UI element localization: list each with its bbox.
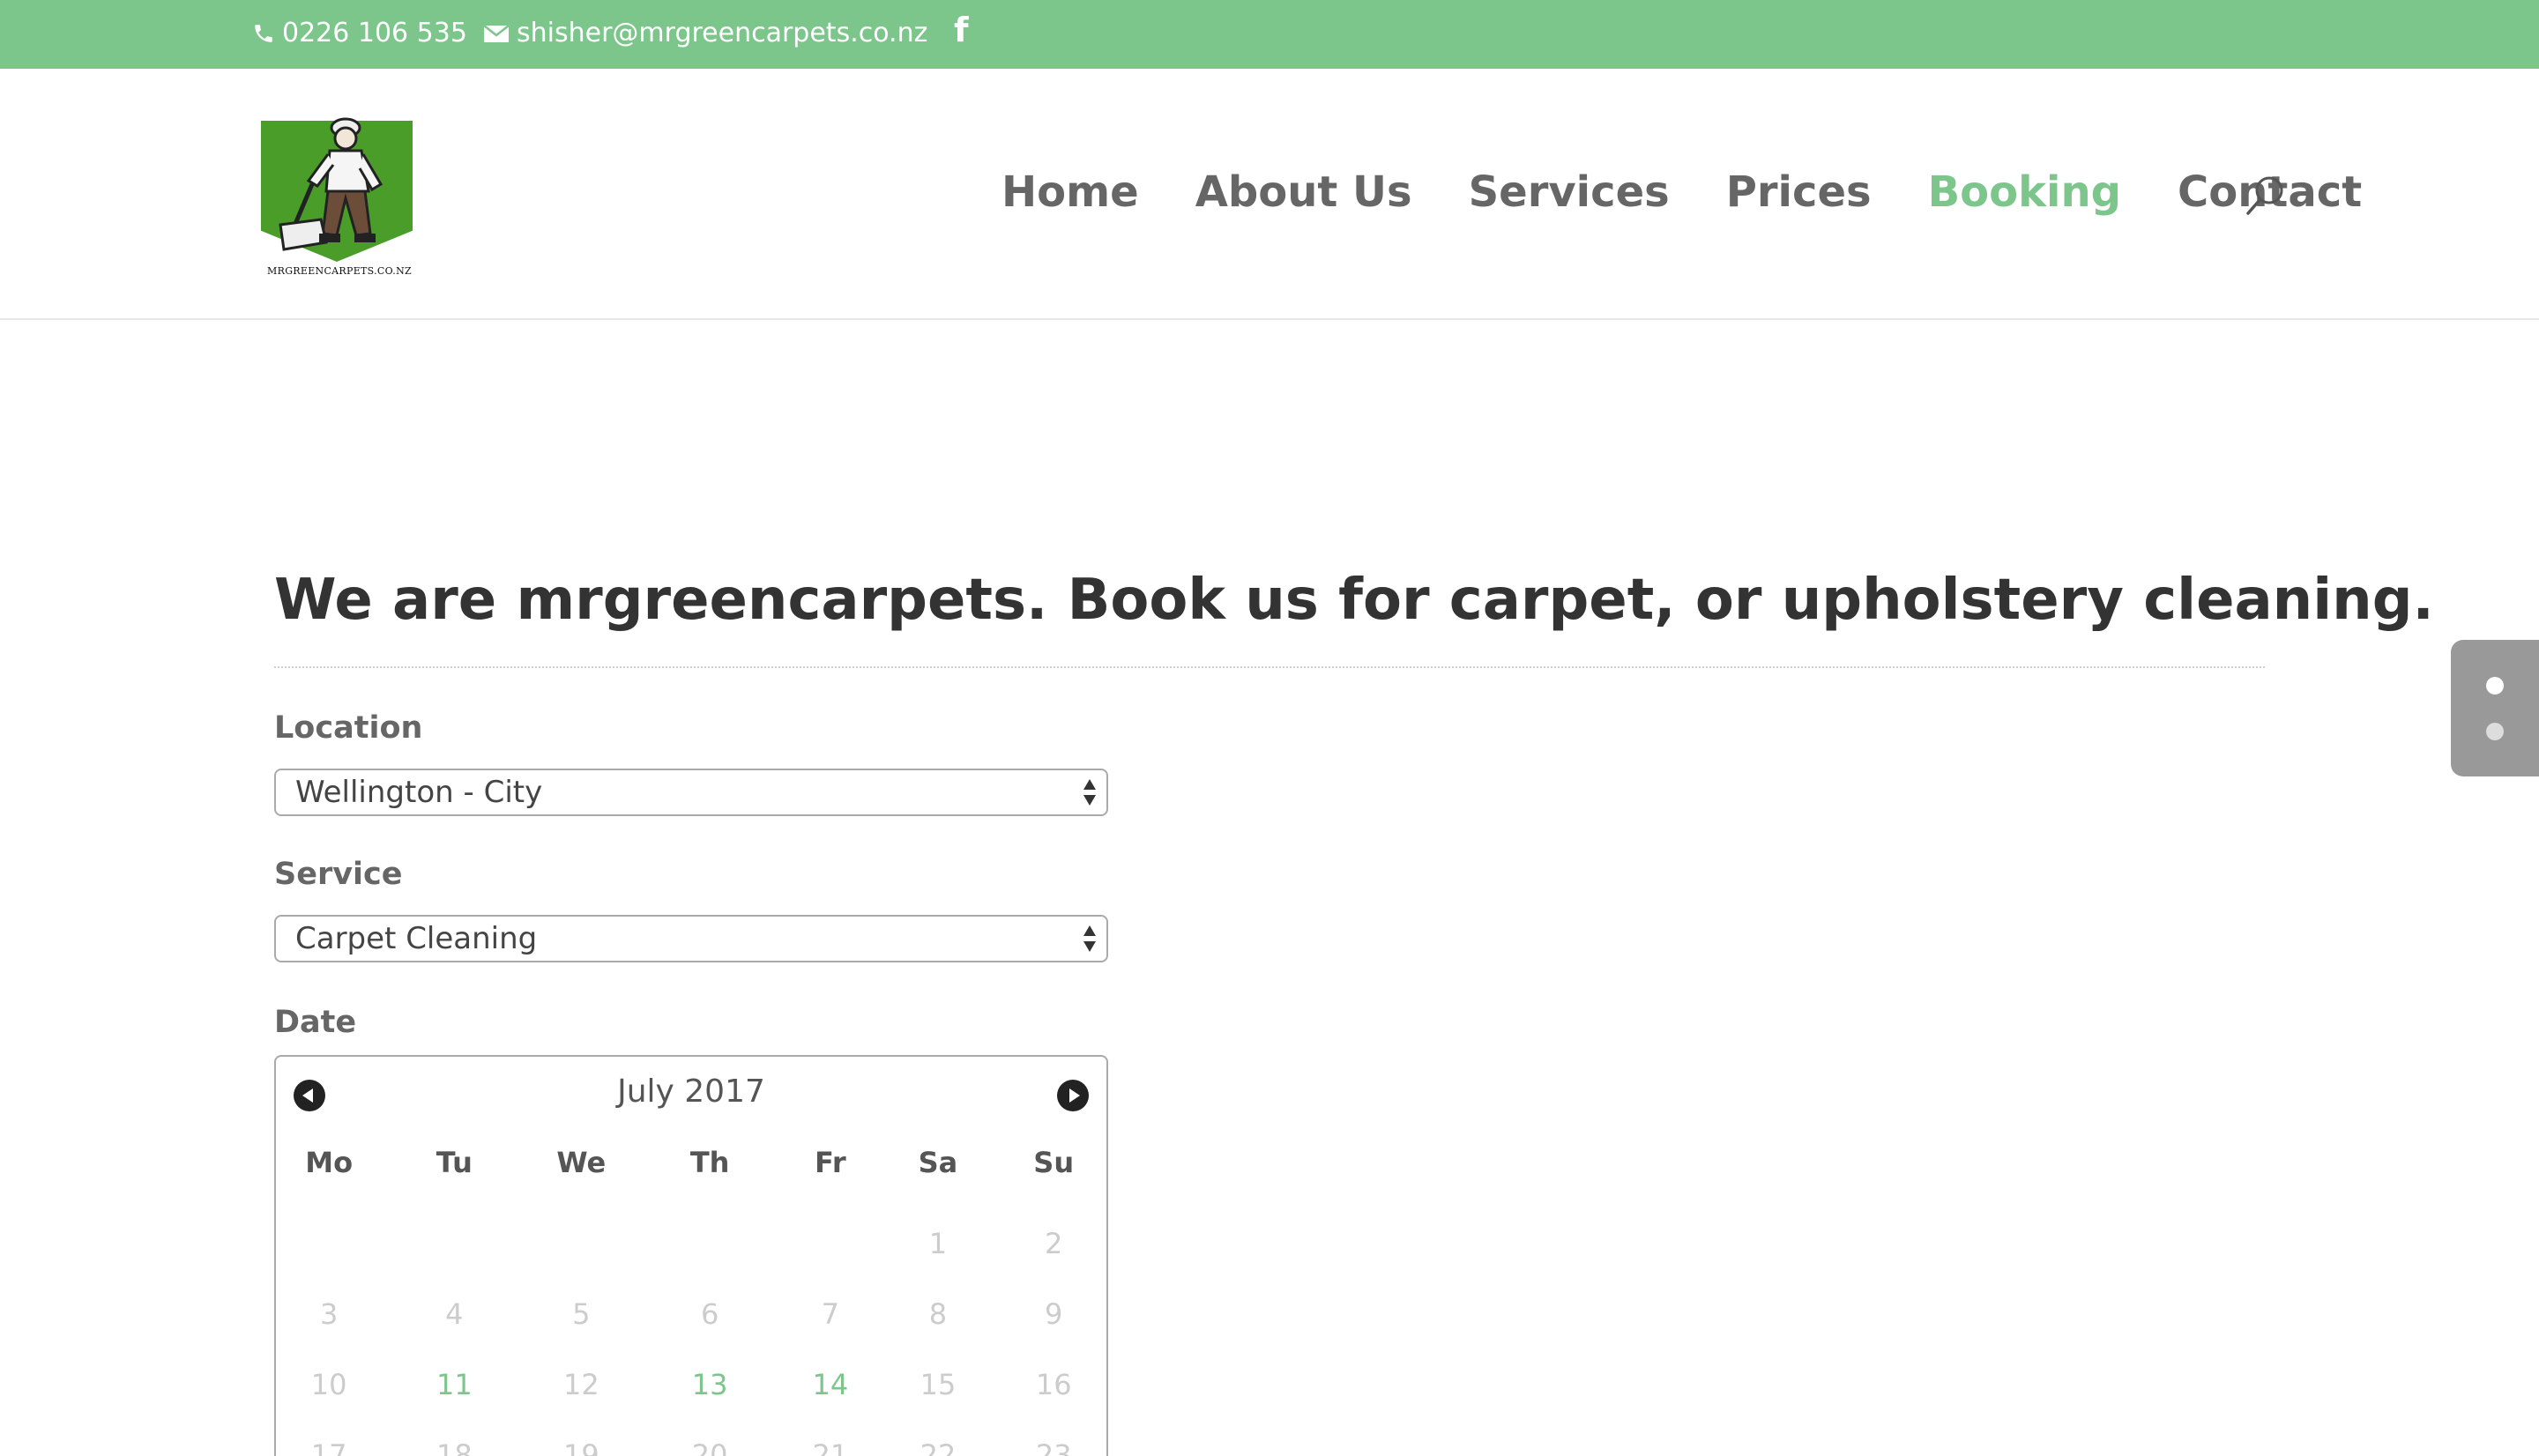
weekday-label: Th	[689, 1146, 730, 1179]
calendar-day: 4	[445, 1297, 464, 1331]
location-select[interactable]: Wellington - City	[274, 769, 1108, 816]
phone-number: 0226 106 535	[282, 18, 467, 48]
page-title: We are mrgreencarpets. Book us for carpe…	[274, 568, 2434, 633]
calendar-day: 16	[1035, 1368, 1072, 1401]
calendar-day: 7	[821, 1297, 840, 1331]
facebook-icon[interactable]: f	[954, 12, 969, 48]
nav-prices[interactable]: Prices	[1726, 161, 1872, 223]
calendar-day: 2	[1045, 1227, 1063, 1260]
section-dot[interactable]	[2486, 677, 2504, 695]
calendar-day-available[interactable]: 14	[795, 1358, 866, 1411]
calendar-week-row: 10 11 12 13 14 15 16	[276, 1358, 1106, 1411]
weekday-header-row: Mo Tu We Th Fr Sa Su	[276, 1136, 1106, 1189]
mail-icon	[483, 25, 510, 42]
service-value: Carpet Cleaning	[295, 921, 538, 956]
service-label: Service	[274, 857, 403, 892]
calendar-day: 20	[691, 1438, 728, 1456]
date-label: Date	[274, 1005, 357, 1040]
section-dot-nav	[2451, 640, 2539, 776]
weekday-label: We	[556, 1146, 607, 1179]
calendar-day: 12	[562, 1368, 599, 1401]
location-label: Location	[274, 710, 423, 746]
email-contact[interactable]: shisher@mrgreencarpets.co.nz	[483, 16, 927, 51]
calendar-week-row: 3 4 5 6 7 8 9	[276, 1288, 1106, 1341]
cleaner-figure-icon	[279, 117, 383, 251]
main-nav: Home About Us Services Prices Booking Co…	[1001, 161, 2418, 223]
calendar-day: 6	[700, 1297, 719, 1331]
next-month-icon[interactable]	[1057, 1080, 1089, 1111]
location-value: Wellington - City	[295, 775, 543, 810]
search-icon[interactable]	[2245, 175, 2287, 217]
calendar-day: 18	[436, 1438, 473, 1456]
date-picker: July 2017 Mo Tu We Th Fr Sa Su 1 2 3 4 5 6 7 8 9 10 11 12 1…	[274, 1055, 1108, 1456]
calendar-day-available[interactable]: 13	[674, 1358, 745, 1411]
logo-caption: MRGREENCARPETS.CO.NZ	[267, 265, 412, 277]
select-arrows-icon	[1083, 925, 1096, 952]
nav-booking[interactable]: Booking	[1928, 161, 2121, 223]
site-logo[interactable]: MRGREENCARPETS.CO.NZ	[261, 110, 418, 279]
calendar-day: 9	[1045, 1297, 1063, 1331]
calendar-day: 5	[572, 1297, 591, 1331]
phone-icon	[255, 25, 272, 42]
select-arrows-icon	[1083, 779, 1096, 806]
calendar-week-row: 12	[276, 1217, 1106, 1270]
nav-about-us[interactable]: About Us	[1195, 161, 1412, 223]
nav-home[interactable]: Home	[1001, 161, 1139, 223]
calendar-day: 8	[928, 1297, 948, 1331]
weekday-label: Fr	[815, 1146, 846, 1179]
weekday-label: Mo	[305, 1146, 354, 1179]
calendar-day: 23	[1035, 1438, 1072, 1456]
calendar-day: 3	[319, 1297, 339, 1331]
calendar-month: July 2017	[617, 1073, 765, 1110]
calendar-day: 17	[310, 1438, 347, 1456]
title-divider	[274, 666, 2265, 668]
calendar-day: 22	[920, 1438, 957, 1456]
site-header: MRGREENCARPETS.CO.NZ Home About Us Servi…	[0, 69, 2539, 320]
calendar-day: 15	[920, 1368, 957, 1401]
calendar-day: 21	[812, 1438, 849, 1456]
nav-services[interactable]: Services	[1469, 161, 1670, 223]
email-address: shisher@mrgreencarpets.co.nz	[517, 18, 928, 48]
calendar-day: 10	[310, 1368, 347, 1401]
calendar-day-available[interactable]: 11	[419, 1358, 489, 1411]
phone-contact[interactable]: 0226 106 535	[252, 16, 467, 51]
service-select[interactable]: Carpet Cleaning	[274, 915, 1108, 962]
weekday-label: Tu	[436, 1146, 473, 1179]
calendar-day: 19	[562, 1438, 599, 1456]
calendar-day: 1	[928, 1227, 948, 1260]
weekday-label: Sa	[918, 1146, 958, 1179]
section-dot[interactable]	[2486, 723, 2504, 740]
top-bar: 0226 106 535 shisher@mrgreencarpets.co.n…	[0, 0, 2539, 69]
weekday-label: Su	[1033, 1146, 1075, 1179]
prev-month-icon[interactable]	[294, 1080, 325, 1111]
calendar-week-row: 17 18 19 20 21 22 23	[276, 1429, 1106, 1456]
